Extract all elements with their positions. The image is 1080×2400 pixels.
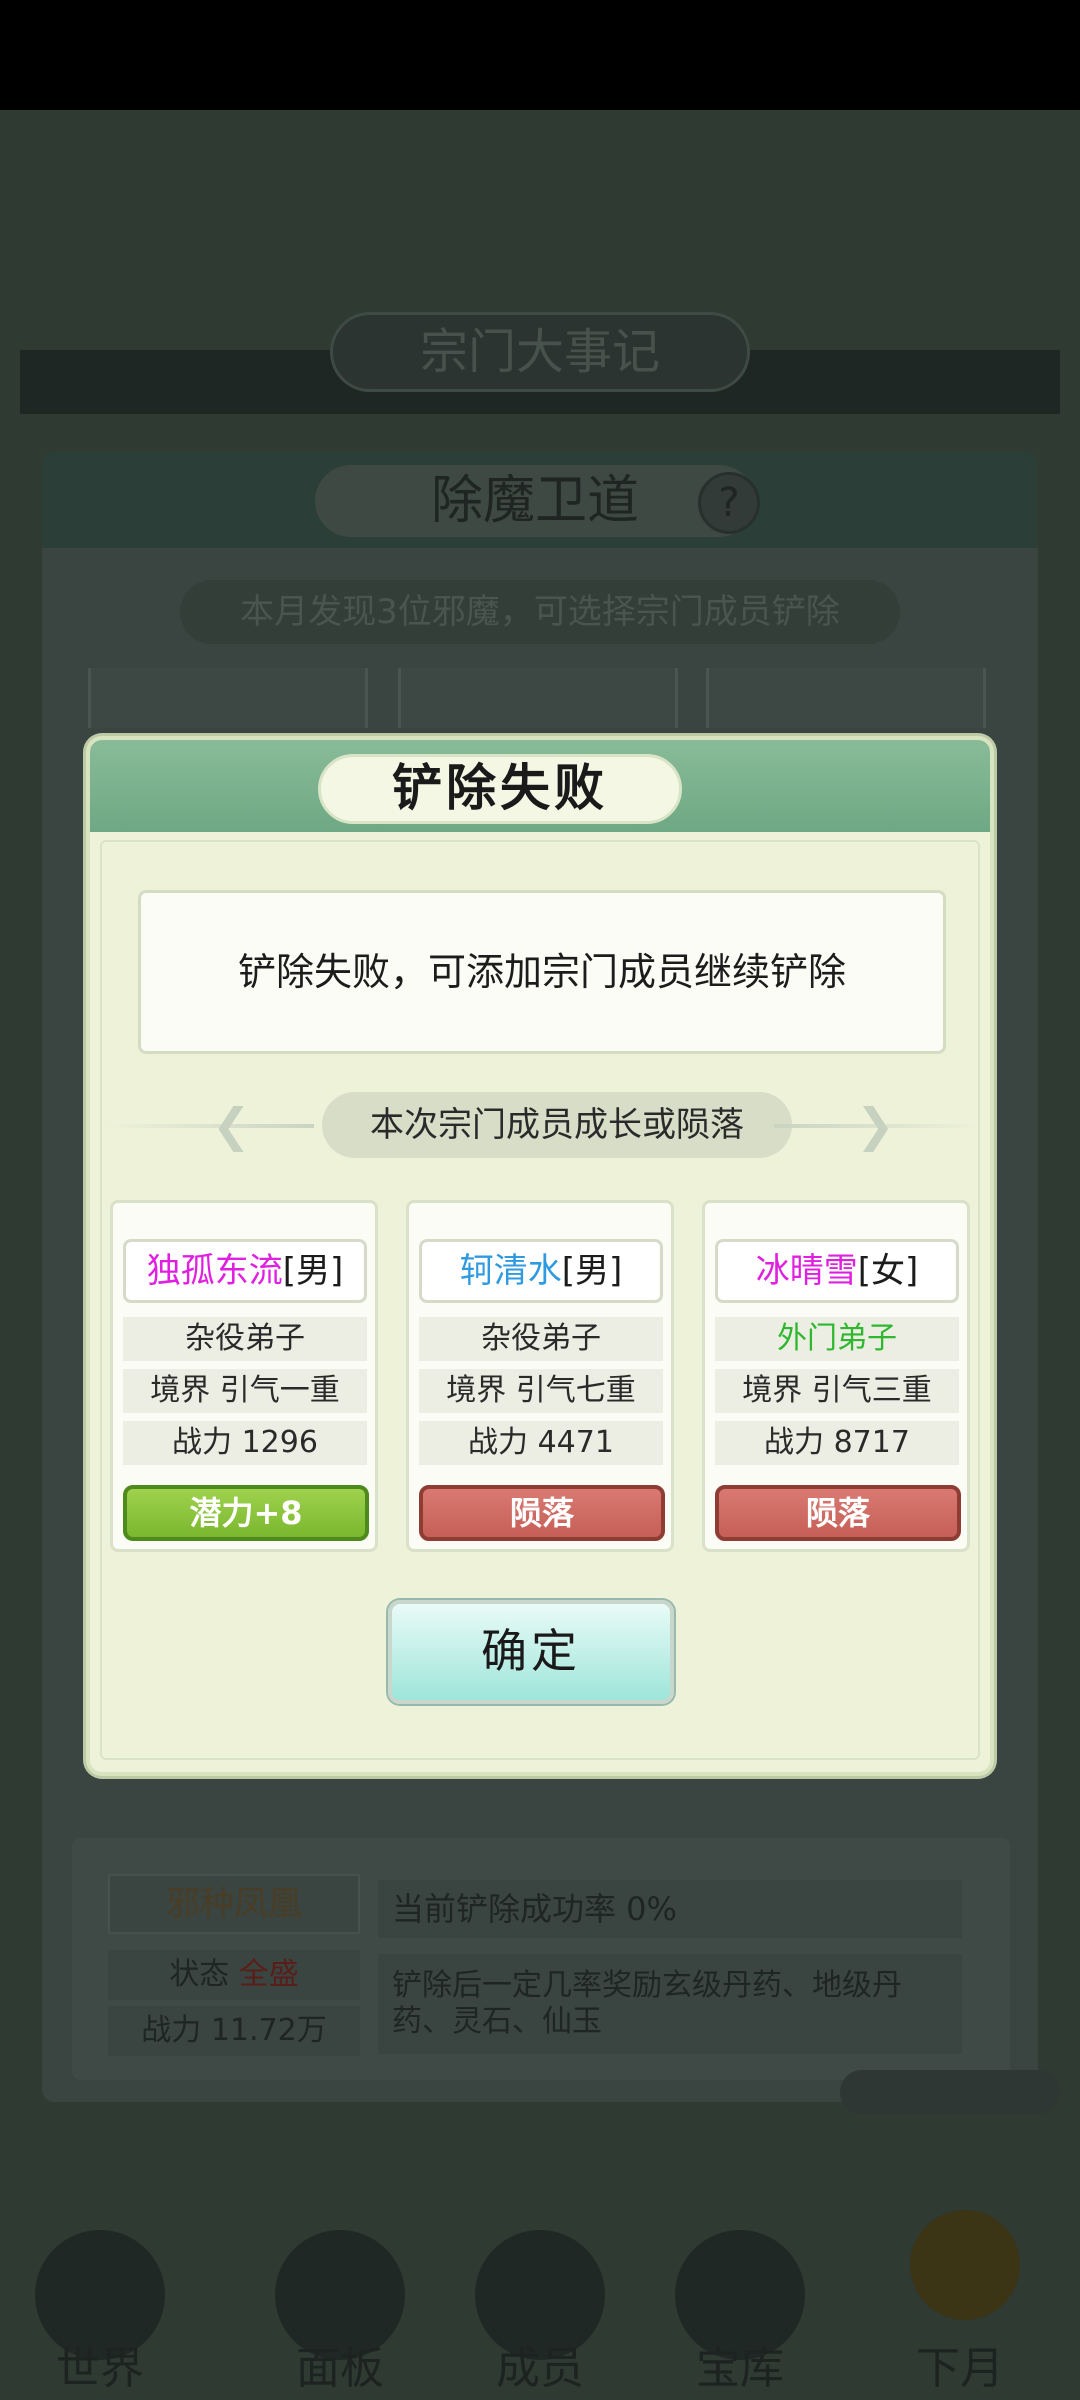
member-result-badge: 潜力+8 [123, 1485, 369, 1541]
cloud-ornament-left-icon: ❮ [212, 1098, 251, 1152]
nav-treasury[interactable]: 宝库 [640, 2230, 840, 2400]
demon-panel-title: 除魔卫道 [315, 465, 755, 537]
help-icon[interactable]: ? [698, 472, 760, 534]
nav-world[interactable]: 世界 [0, 2230, 200, 2400]
evil-state-label: 状态 [169, 1957, 230, 1992]
nav-members[interactable]: 成员 [440, 2230, 640, 2400]
member-gender: [女] [857, 1251, 919, 1291]
nav-members-label: 成员 [496, 2343, 584, 2394]
member-result-badge: 陨落 [419, 1485, 665, 1541]
member-name-box: 轲清水[男] [419, 1239, 663, 1303]
member-card: 独孤东流[男] 杂役弟子 境界 引气一重 战力 1296 潜力+8 [110, 1200, 378, 1552]
result-message: 铲除失败，可添加宗门成员继续铲除 [138, 890, 946, 1054]
member-realm: 境界 引气七重 [419, 1369, 663, 1413]
status-bar [0, 0, 1080, 110]
nav-panel-label: 面板 [296, 2343, 384, 2394]
member-name-box: 独孤东流[男] [123, 1239, 367, 1303]
reward-text: 铲除后一定几率奖励玄级丹药、地级丹药、灵石、仙玉 [378, 1954, 962, 2054]
divider-line-left [104, 1124, 314, 1128]
member-power: 战力 1296 [123, 1421, 367, 1465]
nav-next-month[interactable]: 下月 [860, 2230, 1060, 2400]
divider-line-right [774, 1124, 984, 1128]
dialog-title: 铲除失败 [318, 754, 682, 824]
success-rate: 当前铲除成功率 0% [378, 1880, 962, 1938]
nav-next-month-label: 下月 [916, 2343, 1004, 2394]
member-name-box: 冰晴雪[女] [715, 1239, 959, 1303]
member-rank: 外门弟子 [715, 1317, 959, 1361]
section-divider: ❮ 本次宗门成员成长或陨落 ❯ [104, 1088, 984, 1164]
member-realm: 境界 引气一重 [123, 1369, 367, 1413]
member-name: 冰晴雪 [755, 1251, 858, 1291]
nav-treasury-label: 宝库 [696, 2343, 784, 2394]
member-result-badge: 陨落 [715, 1485, 961, 1541]
nav-panel[interactable]: 面板 [240, 2230, 440, 2400]
member-card: 轲清水[男] 杂役弟子 境界 引气七重 战力 4471 陨落 [406, 1200, 674, 1552]
evil-state: 状态 全盛 [108, 1950, 360, 2000]
evil-name: 邪种凤凰 [108, 1874, 360, 1934]
panel-bottom-handle [840, 2070, 1060, 2114]
member-slot-2 [398, 668, 678, 728]
member-name: 轲清水 [459, 1251, 562, 1291]
member-power: 战力 4471 [419, 1421, 663, 1465]
result-dialog: 铲除失败 铲除失败，可添加宗门成员继续铲除 ❮ 本次宗门成员成长或陨落 ❯ 独孤… [86, 736, 994, 1776]
member-rank: 杂役弟子 [419, 1317, 663, 1361]
member-power: 战力 8717 [715, 1421, 959, 1465]
member-name: 独孤东流 [146, 1251, 283, 1291]
section-label: 本次宗门成员成长或陨落 [322, 1092, 792, 1158]
member-gender: [男] [561, 1251, 623, 1291]
member-gender: [男] [282, 1251, 344, 1291]
evil-state-value: 全盛 [238, 1957, 299, 1992]
evil-power: 战力 11.72万 [108, 2006, 360, 2056]
member-rank: 杂役弟子 [123, 1317, 367, 1361]
member-slot-3 [706, 668, 986, 728]
nav-world-label: 世界 [56, 2343, 144, 2394]
member-realm: 境界 引气三重 [715, 1369, 959, 1413]
chronicle-title: 宗门大事记 [330, 312, 750, 392]
member-card: 冰晴雪[女] 外门弟子 境界 引气三重 战力 8717 陨落 [702, 1200, 970, 1552]
confirm-button[interactable]: 确定 [388, 1600, 674, 1704]
member-slot-1 [88, 668, 368, 728]
demon-panel-subtitle: 本月发现3位邪魔，可选择宗门成员铲除 [180, 580, 900, 644]
